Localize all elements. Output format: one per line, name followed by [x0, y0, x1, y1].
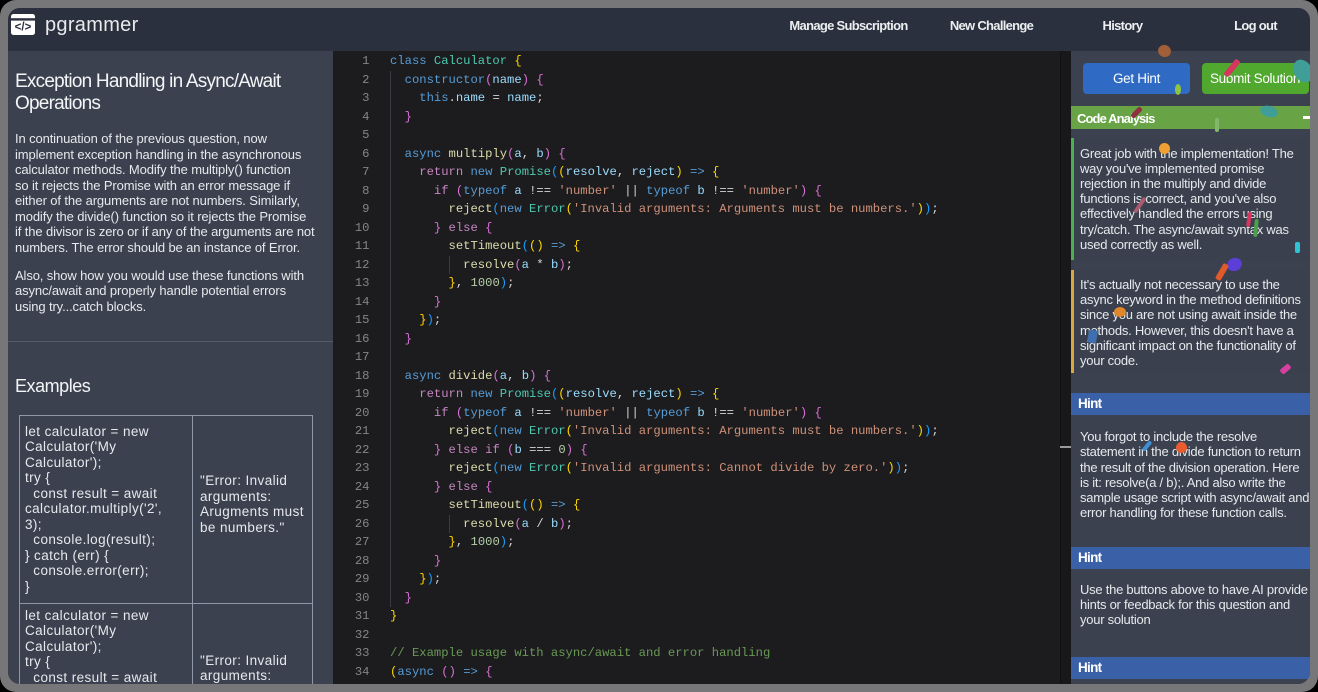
svg-text:</>: </> [15, 21, 32, 33]
